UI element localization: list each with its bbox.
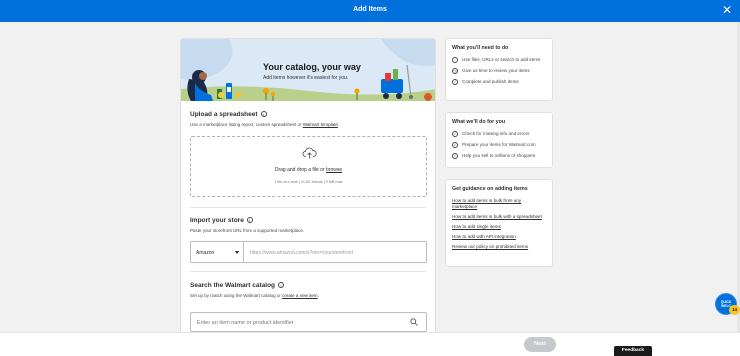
list-item-text: Prepare your items for Walmart.com [462,142,536,147]
divider [190,207,427,208]
close-icon[interactable]: ✕ [720,3,734,17]
list-item: ✓ Check for missing info and errors [452,131,546,137]
guidance-link-bulk-spreadsheet[interactable]: How to add items in bulk with a spreadsh… [452,214,546,220]
divider [190,271,427,272]
list-item-text: Give us time to review your items [462,68,530,73]
guidance-link-single-items[interactable]: How to add single items [452,224,546,230]
marketplace-select[interactable]: Amazon [190,241,244,263]
catalog-title-text: Search the Walmart catalog [190,282,276,289]
notification-badge: 14 [729,305,740,315]
catalog-description: Set up by match using the Walmart catalo… [190,293,428,298]
store-import-row: Amazon https://www.amazon.com/s?me=yours… [190,241,427,263]
marketplace-value: Amazon [196,250,215,256]
need-title: What you'll need to do [452,45,509,51]
guidance-link-api[interactable]: How to add with API integration [452,234,546,240]
clock-icon: ◷ [452,68,458,74]
upload-cloud-icon: ↑ [452,57,458,63]
catalog-section: Search the Walmart catalog i Set up by ma… [190,282,428,298]
info-icon[interactable]: i [260,111,267,118]
feedback-button[interactable]: Feedback [614,346,652,356]
upload-title-text: Upload a spreadsheet [190,111,258,118]
what-you-need-card: What you'll need to do ↑ Use files, URLs … [445,38,553,101]
cloud-upload-icon [302,147,317,159]
list-item: ✓ Help you sell to millions of shoppers [452,153,546,159]
guidance-link-bulk-marketplace[interactable]: How to add items in bulk from any market… [452,198,546,210]
catalog-title: Search the Walmart catalog i [190,282,428,289]
list-item: ✓ Complete and publish items [452,79,546,85]
check-circle-icon: ✓ [452,153,458,159]
guidance-card: Get guidance on adding items How to add … [445,179,553,267]
header-bar: Add Items ✕ [0,0,740,22]
upload-title: Upload a spreadsheet i [190,111,428,118]
info-icon[interactable]: i [278,282,285,289]
storefront-url-input[interactable]: https://www.amazon.com/s?me=yourstorefro… [244,241,427,263]
list-item: ◷ Give us time to review your items [452,68,546,74]
check-circle-icon: ✓ [452,131,458,137]
upload-description: Use a marketplace listing report, custom… [190,122,428,127]
list-item-text: Help you sell to millions of shoppers [462,153,536,158]
search-placeholder: Enter an item name or product identifier [197,320,294,326]
file-drop-zone[interactable]: Drag and drop a file or browse 1 file at… [190,136,427,197]
page-title: Add Items [353,6,387,13]
list-item: ✓ Prepare your items for Walmart.com [452,142,546,148]
chevron-down-icon [235,251,239,254]
import-section: Import your store i Paste your storefront… [190,217,428,233]
what-we-do-card: What we'll do for you ✓ Check for missing… [445,112,553,168]
catalog-search-input[interactable]: Enter an item name or product identifier [190,312,427,332]
hero-banner: Your catalog, your way Add items however… [181,39,435,101]
info-icon[interactable]: i [246,217,253,224]
list-item-text: Check for missing info and errors [462,131,530,136]
upload-section: Upload a spreadsheet i Use a marketplace … [190,111,428,127]
check-circle-icon: ✓ [452,142,458,148]
hero-subtitle: Add items however it's easiest for you. [263,75,349,81]
guidance-link-prohibited[interactable]: Review our policy on prohibited items [452,244,546,250]
list-item: ↑ Use files, URLs or search to add items [452,57,546,63]
list-item-text: Complete and publish items [462,79,519,84]
guidance-title: Get guidance on adding items [452,186,528,192]
next-button[interactable]: Next [524,337,556,352]
import-title-text: Import your store [190,217,244,224]
list-item-text: Use files, URLs or search to add items [462,57,541,62]
catalog-desc-text: Set up by match using the Walmart catalo… [190,293,283,298]
add-items-card: Your catalog, your way Add items however… [180,38,436,338]
drop-text: Drag and drop a file or [274,167,326,173]
browse-link[interactable]: browse [326,167,342,173]
catalog-desc-suffix: . [317,293,319,298]
upload-desc-text: Use a marketplace listing report, custom… [190,122,303,127]
drop-instructions: Drag and drop a file or browse [191,167,426,173]
walmart-template-link[interactable]: Walmart template [303,122,338,127]
import-description: Paste your storefront URL from a support… [190,228,305,233]
upload-desc-suffix: . [337,122,340,127]
search-icon[interactable] [410,318,418,326]
drop-limits: 1 file at a time | XLSX format | 5 MB ma… [274,180,343,184]
check-icon: ✓ [452,79,458,85]
wedo-title: What we'll do for you [452,119,506,125]
import-title: Import your store i [190,217,428,224]
hero-title: Your catalog, your way [263,62,361,72]
create-new-item-link[interactable]: create a new item [282,293,318,298]
